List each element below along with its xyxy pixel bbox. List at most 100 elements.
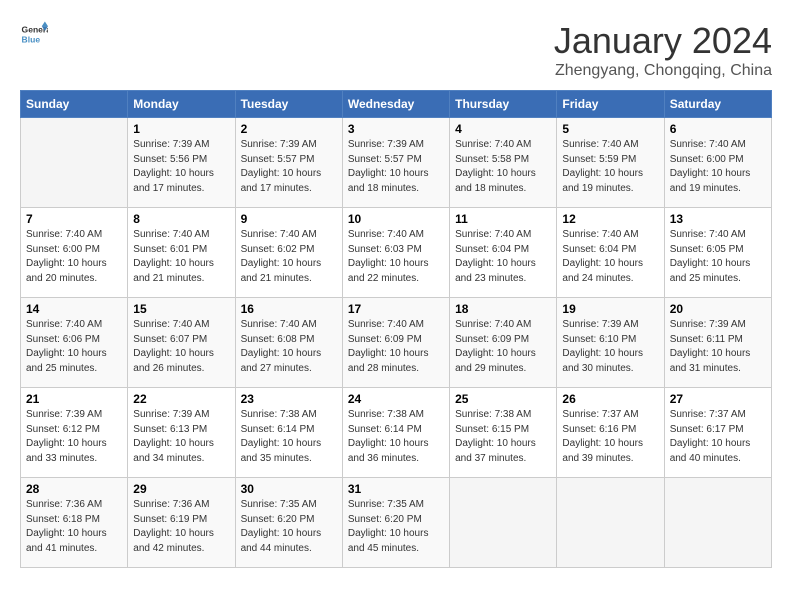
day-info: Sunrise: 7:40 AMSunset: 6:08 PMDaylight:… bbox=[241, 318, 337, 376]
col-saturday: Saturday bbox=[664, 91, 771, 118]
day-info: Sunrise: 7:40 AMSunset: 6:09 PMDaylight:… bbox=[348, 318, 444, 376]
calendar-cell: 12 Sunrise: 7:40 AMSunset: 6:04 PMDayligh… bbox=[557, 208, 664, 298]
calendar-cell: 6 Sunrise: 7:40 AMSunset: 6:00 PMDaylight… bbox=[664, 118, 771, 208]
calendar-table: Sunday Monday Tuesday Wednesday Thursday… bbox=[20, 90, 772, 568]
calendar-week-4: 21Sunrise: 7:39 AMSunset: 6:12 PMDayligh… bbox=[21, 388, 772, 478]
day-info: Sunrise: 7:39 AMSunset: 6:13 PMDaylight:… bbox=[133, 408, 229, 466]
month-title: January 2024 bbox=[554, 20, 772, 62]
calendar-cell: 27 Sunrise: 7:37 AMSunset: 6:17 PMDayligh… bbox=[664, 388, 771, 478]
calendar-cell: 14 Sunrise: 7:40 AMSunset: 6:06 PMDayligh… bbox=[21, 298, 128, 388]
calendar-cell: 29Sunrise: 7:36 AMSunset: 6:19 PMDayligh… bbox=[128, 478, 235, 568]
day-number: 15 bbox=[133, 302, 229, 316]
col-sunday: Sunday bbox=[21, 91, 128, 118]
day-info: Sunrise: 7:40 AMSunset: 6:05 PMDaylight:… bbox=[670, 228, 766, 286]
day-number: 14 bbox=[26, 302, 122, 316]
calendar-body: 1 Sunrise: 7:39 AMSunset: 5:56 PMDaylight… bbox=[21, 118, 772, 568]
calendar-cell: 24Sunrise: 7:38 AMSunset: 6:14 PMDayligh… bbox=[342, 388, 449, 478]
day-info: Sunrise: 7:40 AMSunset: 6:01 PMDaylight:… bbox=[133, 228, 229, 286]
day-info: Sunrise: 7:39 AMSunset: 5:57 PMDaylight:… bbox=[348, 138, 444, 196]
calendar-cell: 17 Sunrise: 7:40 AMSunset: 6:09 PMDayligh… bbox=[342, 298, 449, 388]
calendar-cell: 26Sunrise: 7:37 AMSunset: 6:16 PMDayligh… bbox=[557, 388, 664, 478]
day-info: Sunrise: 7:40 AMSunset: 6:00 PMDaylight:… bbox=[670, 138, 766, 196]
day-number: 1 bbox=[133, 122, 229, 136]
day-number: 24 bbox=[348, 392, 444, 406]
day-number: 3 bbox=[348, 122, 444, 136]
calendar-header: Sunday Monday Tuesday Wednesday Thursday… bbox=[21, 91, 772, 118]
calendar-cell: 25Sunrise: 7:38 AMSunset: 6:15 PMDayligh… bbox=[450, 388, 557, 478]
calendar-cell: 10Sunrise: 7:40 AMSunset: 6:03 PMDayligh… bbox=[342, 208, 449, 298]
day-number: 18 bbox=[455, 302, 551, 316]
calendar-cell: 22 Sunrise: 7:39 AMSunset: 6:13 PMDayligh… bbox=[128, 388, 235, 478]
day-info: Sunrise: 7:40 AMSunset: 6:04 PMDaylight:… bbox=[562, 228, 658, 286]
calendar-cell: 7Sunrise: 7:40 AMSunset: 6:00 PMDaylight… bbox=[21, 208, 128, 298]
day-info: Sunrise: 7:40 AMSunset: 6:00 PMDaylight:… bbox=[26, 228, 122, 286]
day-number: 9 bbox=[241, 212, 337, 226]
calendar-cell: 31 Sunrise: 7:35 AMSunset: 6:20 PMDayligh… bbox=[342, 478, 449, 568]
day-number: 17 bbox=[348, 302, 444, 316]
day-info: Sunrise: 7:40 AMSunset: 6:07 PMDaylight:… bbox=[133, 318, 229, 376]
calendar-cell: 21Sunrise: 7:39 AMSunset: 6:12 PMDayligh… bbox=[21, 388, 128, 478]
day-info: Sunrise: 7:36 AMSunset: 6:19 PMDaylight:… bbox=[133, 498, 229, 556]
day-number: 2 bbox=[241, 122, 337, 136]
calendar-week-2: 7Sunrise: 7:40 AMSunset: 6:00 PMDaylight… bbox=[21, 208, 772, 298]
calendar-cell: 1 Sunrise: 7:39 AMSunset: 5:56 PMDaylight… bbox=[128, 118, 235, 208]
calendar-cell: 2 Sunrise: 7:39 AMSunset: 5:57 PMDaylight… bbox=[235, 118, 342, 208]
day-number: 31 bbox=[348, 482, 444, 496]
calendar-cell bbox=[664, 478, 771, 568]
day-number: 20 bbox=[670, 302, 766, 316]
day-number: 6 bbox=[670, 122, 766, 136]
day-info: Sunrise: 7:40 AMSunset: 6:09 PMDaylight:… bbox=[455, 318, 551, 376]
calendar-cell: 11Sunrise: 7:40 AMSunset: 6:04 PMDayligh… bbox=[450, 208, 557, 298]
day-number: 4 bbox=[455, 122, 551, 136]
calendar-cell: 9 Sunrise: 7:40 AMSunset: 6:02 PMDaylight… bbox=[235, 208, 342, 298]
logo-icon: General Blue bbox=[20, 20, 48, 48]
day-number: 11 bbox=[455, 212, 551, 226]
day-number: 12 bbox=[562, 212, 658, 226]
calendar-cell: 19 Sunrise: 7:39 AMSunset: 6:10 PMDayligh… bbox=[557, 298, 664, 388]
day-info: Sunrise: 7:39 AMSunset: 5:56 PMDaylight:… bbox=[133, 138, 229, 196]
svg-text:Blue: Blue bbox=[22, 35, 41, 45]
day-info: Sunrise: 7:39 AMSunset: 5:57 PMDaylight:… bbox=[241, 138, 337, 196]
title-area: January 2024 Zhengyang, Chongqing, China bbox=[554, 20, 772, 80]
calendar-cell: 5Sunrise: 7:40 AMSunset: 5:59 PMDaylight… bbox=[557, 118, 664, 208]
calendar-cell: 18 Sunrise: 7:40 AMSunset: 6:09 PMDayligh… bbox=[450, 298, 557, 388]
day-info: Sunrise: 7:40 AMSunset: 6:06 PMDaylight:… bbox=[26, 318, 122, 376]
day-info: Sunrise: 7:35 AMSunset: 6:20 PMDaylight:… bbox=[241, 498, 337, 556]
day-info: Sunrise: 7:37 AMSunset: 6:17 PMDaylight:… bbox=[670, 408, 766, 466]
day-info: Sunrise: 7:36 AMSunset: 6:18 PMDaylight:… bbox=[26, 498, 122, 556]
day-number: 16 bbox=[241, 302, 337, 316]
calendar-week-1: 1 Sunrise: 7:39 AMSunset: 5:56 PMDaylight… bbox=[21, 118, 772, 208]
calendar-cell bbox=[450, 478, 557, 568]
day-info: Sunrise: 7:40 AMSunset: 5:58 PMDaylight:… bbox=[455, 138, 551, 196]
page-header: General Blue January 2024 Zhengyang, Cho… bbox=[20, 20, 772, 80]
calendar-cell: 8 Sunrise: 7:40 AMSunset: 6:01 PMDaylight… bbox=[128, 208, 235, 298]
calendar-cell: 28 Sunrise: 7:36 AMSunset: 6:18 PMDayligh… bbox=[21, 478, 128, 568]
day-number: 22 bbox=[133, 392, 229, 406]
day-number: 23 bbox=[241, 392, 337, 406]
day-info: Sunrise: 7:40 AMSunset: 5:59 PMDaylight:… bbox=[562, 138, 658, 196]
day-info: Sunrise: 7:39 AMSunset: 6:10 PMDaylight:… bbox=[562, 318, 658, 376]
calendar-cell: 15 Sunrise: 7:40 AMSunset: 6:07 PMDayligh… bbox=[128, 298, 235, 388]
col-friday: Friday bbox=[557, 91, 664, 118]
day-number: 30 bbox=[241, 482, 337, 496]
header-row: Sunday Monday Tuesday Wednesday Thursday… bbox=[21, 91, 772, 118]
calendar-cell: 16 Sunrise: 7:40 AMSunset: 6:08 PMDayligh… bbox=[235, 298, 342, 388]
day-info: Sunrise: 7:38 AMSunset: 6:14 PMDaylight:… bbox=[241, 408, 337, 466]
day-info: Sunrise: 7:40 AMSunset: 6:02 PMDaylight:… bbox=[241, 228, 337, 286]
day-number: 19 bbox=[562, 302, 658, 316]
calendar-cell: 4 Sunrise: 7:40 AMSunset: 5:58 PMDaylight… bbox=[450, 118, 557, 208]
location-title: Zhengyang, Chongqing, China bbox=[554, 62, 772, 80]
day-info: Sunrise: 7:38 AMSunset: 6:15 PMDaylight:… bbox=[455, 408, 551, 466]
day-number: 27 bbox=[670, 392, 766, 406]
calendar-cell: 13 Sunrise: 7:40 AMSunset: 6:05 PMDayligh… bbox=[664, 208, 771, 298]
day-number: 28 bbox=[26, 482, 122, 496]
calendar-cell: 23 Sunrise: 7:38 AMSunset: 6:14 PMDayligh… bbox=[235, 388, 342, 478]
day-number: 8 bbox=[133, 212, 229, 226]
day-number: 13 bbox=[670, 212, 766, 226]
calendar-week-3: 14 Sunrise: 7:40 AMSunset: 6:06 PMDayligh… bbox=[21, 298, 772, 388]
day-info: Sunrise: 7:35 AMSunset: 6:20 PMDaylight:… bbox=[348, 498, 444, 556]
col-tuesday: Tuesday bbox=[235, 91, 342, 118]
calendar-cell bbox=[557, 478, 664, 568]
day-number: 21 bbox=[26, 392, 122, 406]
calendar-cell: 30 Sunrise: 7:35 AMSunset: 6:20 PMDayligh… bbox=[235, 478, 342, 568]
